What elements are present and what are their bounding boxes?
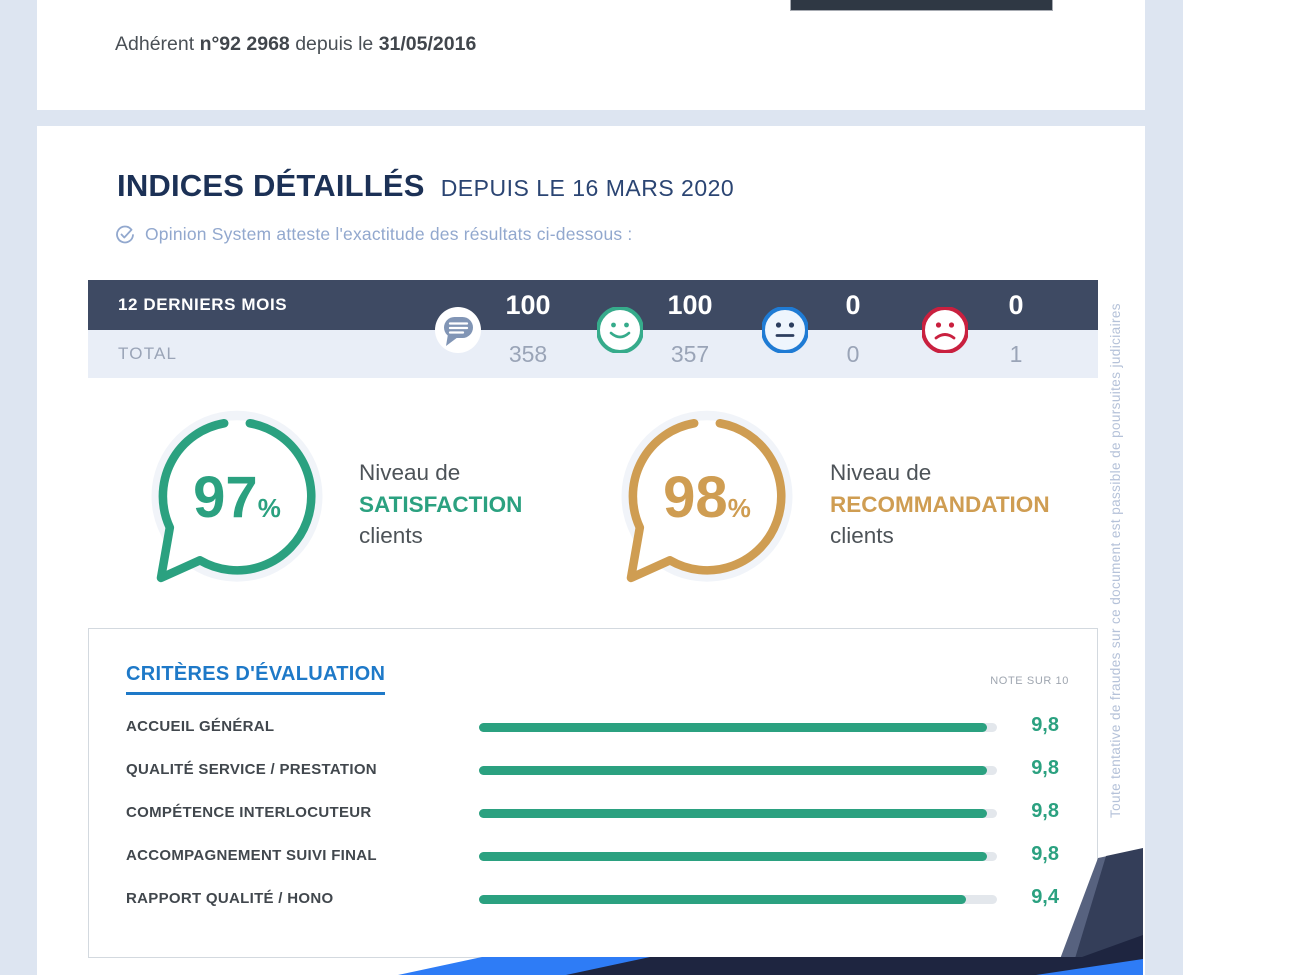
criterion-label: ACCUEIL GÉNÉRAL: [126, 718, 274, 735]
score-bar-fill: [479, 809, 987, 818]
score-bar-track: [479, 766, 997, 775]
caption-accent: RECOMMANDATION: [830, 489, 1050, 521]
check-circle-icon: [115, 225, 135, 245]
cropped-header-band: [790, 0, 1053, 11]
section-period: DEPUIS LE 16 MARS 2020: [441, 175, 735, 202]
row-label: TOTAL: [118, 330, 177, 378]
certificate-page: Adhérent n°92 2968 depuis le 31/05/2016 …: [0, 0, 1300, 975]
adherent-date: 31/05/2016: [379, 33, 477, 55]
caption-line: clients: [830, 520, 1050, 552]
satisfaction-percent: 97: [193, 465, 258, 530]
section-title: INDICES DÉTAILLÉS: [117, 168, 425, 204]
criterion-label: RAPPORT QUALITÉ / HONO: [126, 890, 333, 907]
percent-sign: %: [728, 493, 751, 523]
criteria-row: ACCUEIL GÉNÉRAL 9,8: [89, 706, 1097, 749]
adherent-line: Adhérent n°92 2968 depuis le 31/05/2016: [115, 33, 476, 56]
attestation-line: Opinion System atteste l'exactitude des …: [115, 224, 633, 245]
caption-accent: SATISFACTION: [359, 489, 522, 521]
neutral-face-icon: [762, 307, 808, 353]
page-margin: [1183, 0, 1300, 975]
criteria-row: RAPPORT QUALITÉ / HONO 9,4: [89, 878, 1097, 921]
reviews-count-12m: 100: [468, 280, 588, 330]
recommendation-value: 98%: [612, 467, 802, 529]
positive-count-12m: 100: [630, 280, 750, 330]
score-bar-fill: [479, 895, 966, 904]
percent-sign: %: [258, 493, 281, 523]
criteria-row: ACCOMPAGNEMENT SUIVI FINAL 9,8: [89, 835, 1097, 878]
score-bar-track: [479, 852, 997, 861]
caption-line: clients: [359, 520, 522, 552]
criteria-row: COMPÉTENCE INTERLOCUTEUR 9,8: [89, 792, 1097, 835]
criteria-rows: ACCUEIL GÉNÉRAL 9,8 QUALITÉ SERVICE / PR…: [89, 706, 1097, 921]
criterion-score: 9,4: [1031, 886, 1059, 909]
criterion-score: 9,8: [1031, 800, 1059, 823]
criteria-box: CRITÈRES D'ÉVALUATION NOTE SUR 10 ACCUEI…: [88, 628, 1098, 958]
score-bar-fill: [479, 766, 987, 775]
caption-line: Niveau de: [359, 457, 522, 489]
neutral-count-12m: 0: [793, 280, 913, 330]
criterion-label: QUALITÉ SERVICE / PRESTATION: [126, 761, 377, 778]
recommendation-percent: 98: [663, 465, 728, 530]
criteria-note-label: NOTE SUR 10: [990, 675, 1069, 687]
satisfaction-caption: Niveau de SATISFACTION clients: [359, 457, 522, 552]
criterion-label: COMPÉTENCE INTERLOCUTEUR: [126, 804, 372, 821]
indices-card: INDICES DÉTAILLÉS DEPUIS LE 16 MARS 2020…: [37, 126, 1145, 975]
reviews-count-total: 358: [468, 330, 588, 378]
criteria-title: CRITÈRES D'ÉVALUATION: [126, 663, 385, 695]
neutral-count-total: 0: [793, 330, 913, 378]
criteria-row: QUALITÉ SERVICE / PRESTATION 9,8: [89, 749, 1097, 792]
positive-count-total: 357: [630, 330, 750, 378]
anti-fraud-note: Toute tentative de fraudes sur ce docume…: [1108, 258, 1130, 818]
score-bar-track: [479, 809, 997, 818]
adherent-card: Adhérent n°92 2968 depuis le 31/05/2016: [37, 0, 1145, 110]
satisfaction-value: 97%: [142, 467, 332, 529]
score-bar-fill: [479, 723, 987, 732]
criterion-score: 9,8: [1031, 714, 1059, 737]
summary-table: 12 DERNIERS MOIS 100 100 0 0 TOTAL 358 3…: [88, 280, 1098, 378]
score-bar-track: [479, 723, 997, 732]
criterion-score: 9,8: [1031, 843, 1059, 866]
caption-line: Niveau de: [830, 457, 1050, 489]
adherent-prefix: Adhérent: [115, 33, 194, 55]
happy-face-icon: [597, 307, 643, 353]
score-bar-track: [479, 895, 997, 904]
speech-bubble-icon: [435, 307, 481, 353]
adherent-middle: depuis le: [295, 33, 373, 55]
negative-count-12m: 0: [956, 280, 1076, 330]
criterion-score: 9,8: [1031, 757, 1059, 780]
adherent-number: n°92 2968: [200, 33, 290, 55]
negative-count-total: 1: [956, 330, 1076, 378]
criterion-label: ACCOMPAGNEMENT SUIVI FINAL: [126, 847, 377, 864]
section-title-row: INDICES DÉTAILLÉS DEPUIS LE 16 MARS 2020: [117, 168, 734, 204]
score-bar-fill: [479, 852, 987, 861]
attestation-text: Opinion System atteste l'exactitude des …: [145, 224, 633, 245]
sad-face-icon: [922, 307, 968, 353]
row-label: 12 DERNIERS MOIS: [118, 280, 287, 330]
recommendation-caption: Niveau de RECOMMANDATION clients: [830, 457, 1050, 552]
